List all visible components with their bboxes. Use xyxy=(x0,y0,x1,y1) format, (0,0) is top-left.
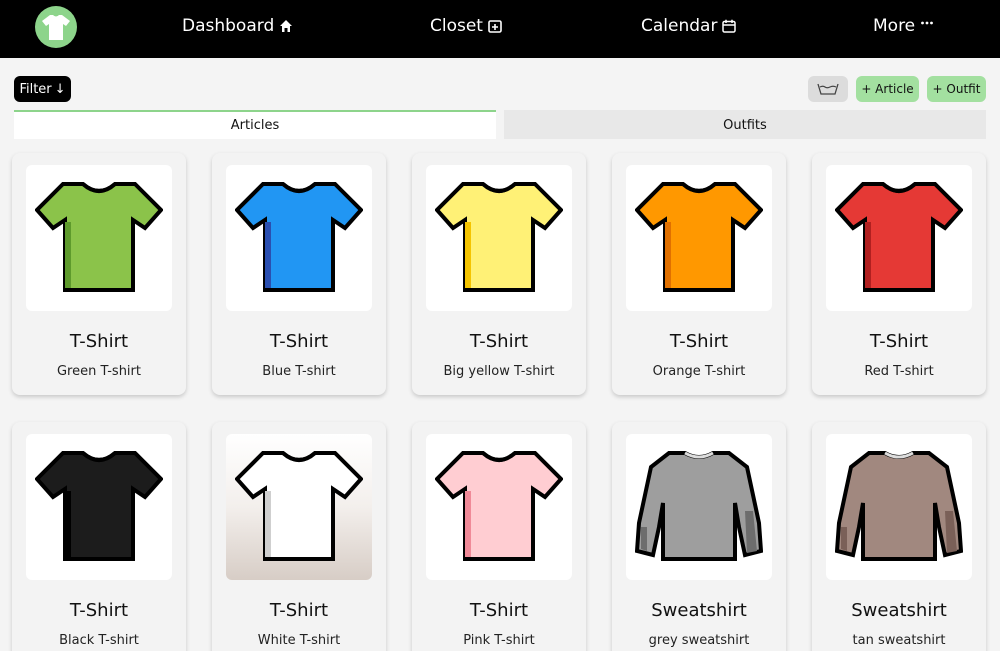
article-name: Blue T-shirt xyxy=(262,364,336,379)
article-image xyxy=(226,434,372,580)
article-name: Black T-shirt xyxy=(59,633,139,648)
tshirt-icon xyxy=(35,182,163,292)
nav-closet-label: Closet xyxy=(430,16,483,36)
article-image xyxy=(626,165,772,311)
article-name: grey sweatshirt xyxy=(648,633,750,648)
sweatshirt-icon xyxy=(635,451,763,561)
article-image xyxy=(426,434,572,580)
add-outfit-button[interactable]: + Outfit xyxy=(927,76,986,102)
article-card[interactable]: Sweatshirt tan sweatshirt xyxy=(812,422,986,651)
article-card[interactable]: T-Shirt Red T-shirt xyxy=(812,153,986,395)
nav-dashboard-label: Dashboard xyxy=(182,16,275,36)
tshirt-icon xyxy=(835,182,963,292)
article-card[interactable]: T-Shirt Big yellow T-shirt xyxy=(412,153,586,395)
article-image xyxy=(426,165,572,311)
tshirt-icon xyxy=(435,182,563,292)
tshirt-icon xyxy=(435,451,563,561)
article-name: Red T-shirt xyxy=(864,364,934,379)
article-name: tan sweatshirt xyxy=(852,633,946,648)
article-card[interactable]: T-Shirt Black T-shirt xyxy=(12,422,186,651)
nav-dashboard[interactable]: Dashboard xyxy=(182,16,293,36)
home-icon xyxy=(280,20,293,32)
article-type: T-Shirt xyxy=(669,331,729,352)
filter-button-label: Filter xyxy=(19,81,52,97)
article-card[interactable]: Sweatshirt grey sweatshirt xyxy=(612,422,786,651)
article-image xyxy=(826,165,972,311)
article-name: Big yellow T-shirt xyxy=(443,364,555,379)
article-name: Orange T-shirt xyxy=(652,364,746,379)
article-image xyxy=(826,434,972,580)
add-article-button[interactable]: + Article xyxy=(856,76,919,102)
article-type: T-Shirt xyxy=(269,331,329,352)
ellipsis-icon xyxy=(921,21,934,25)
article-image xyxy=(626,434,772,580)
sweatshirt-icon xyxy=(835,451,963,561)
article-card[interactable]: T-Shirt Pink T-shirt xyxy=(412,422,586,651)
article-image xyxy=(226,165,372,311)
top-navigation: Dashboard Closet Calendar More xyxy=(0,0,1000,58)
article-type: T-Shirt xyxy=(69,331,129,352)
tshirt-icon xyxy=(235,451,363,561)
nav-calendar[interactable]: Calendar xyxy=(641,16,737,36)
article-card[interactable]: T-Shirt Green T-shirt xyxy=(12,153,186,395)
laundry-basin-icon xyxy=(817,83,839,95)
closet-box-icon xyxy=(488,20,502,33)
article-type: Sweatshirt xyxy=(851,600,947,621)
filter-button[interactable]: Filter ↓ xyxy=(14,76,71,102)
tshirt-icon xyxy=(235,182,363,292)
article-card[interactable]: T-Shirt Orange T-shirt xyxy=(612,153,786,395)
laundry-button[interactable] xyxy=(808,76,848,102)
tab-articles[interactable]: Articles xyxy=(14,110,496,139)
tshirt-icon xyxy=(42,15,70,40)
app-logo[interactable] xyxy=(35,6,77,48)
article-type: T-Shirt xyxy=(469,331,529,352)
tab-outfits[interactable]: Outfits xyxy=(504,110,986,139)
article-type: T-Shirt xyxy=(69,600,129,621)
nav-more-label: More xyxy=(873,16,916,36)
article-image xyxy=(26,434,172,580)
tshirt-icon xyxy=(35,451,163,561)
calendar-icon xyxy=(722,19,737,33)
article-name: White T-shirt xyxy=(257,633,341,648)
article-card[interactable]: T-Shirt White T-shirt xyxy=(212,422,386,651)
article-type: Sweatshirt xyxy=(651,600,747,621)
article-card[interactable]: T-Shirt Blue T-shirt xyxy=(212,153,386,395)
nav-more[interactable]: More xyxy=(873,16,934,36)
article-type: T-Shirt xyxy=(869,331,929,352)
article-type: T-Shirt xyxy=(469,600,529,621)
article-image xyxy=(26,165,172,311)
nav-closet[interactable]: Closet xyxy=(430,16,502,36)
article-type: T-Shirt xyxy=(269,600,329,621)
article-name: Green T-shirt xyxy=(56,364,141,379)
tshirt-icon xyxy=(635,182,763,292)
article-name: Pink T-shirt xyxy=(463,633,535,648)
nav-calendar-label: Calendar xyxy=(641,16,718,36)
arrow-down-icon: ↓ xyxy=(54,81,66,97)
